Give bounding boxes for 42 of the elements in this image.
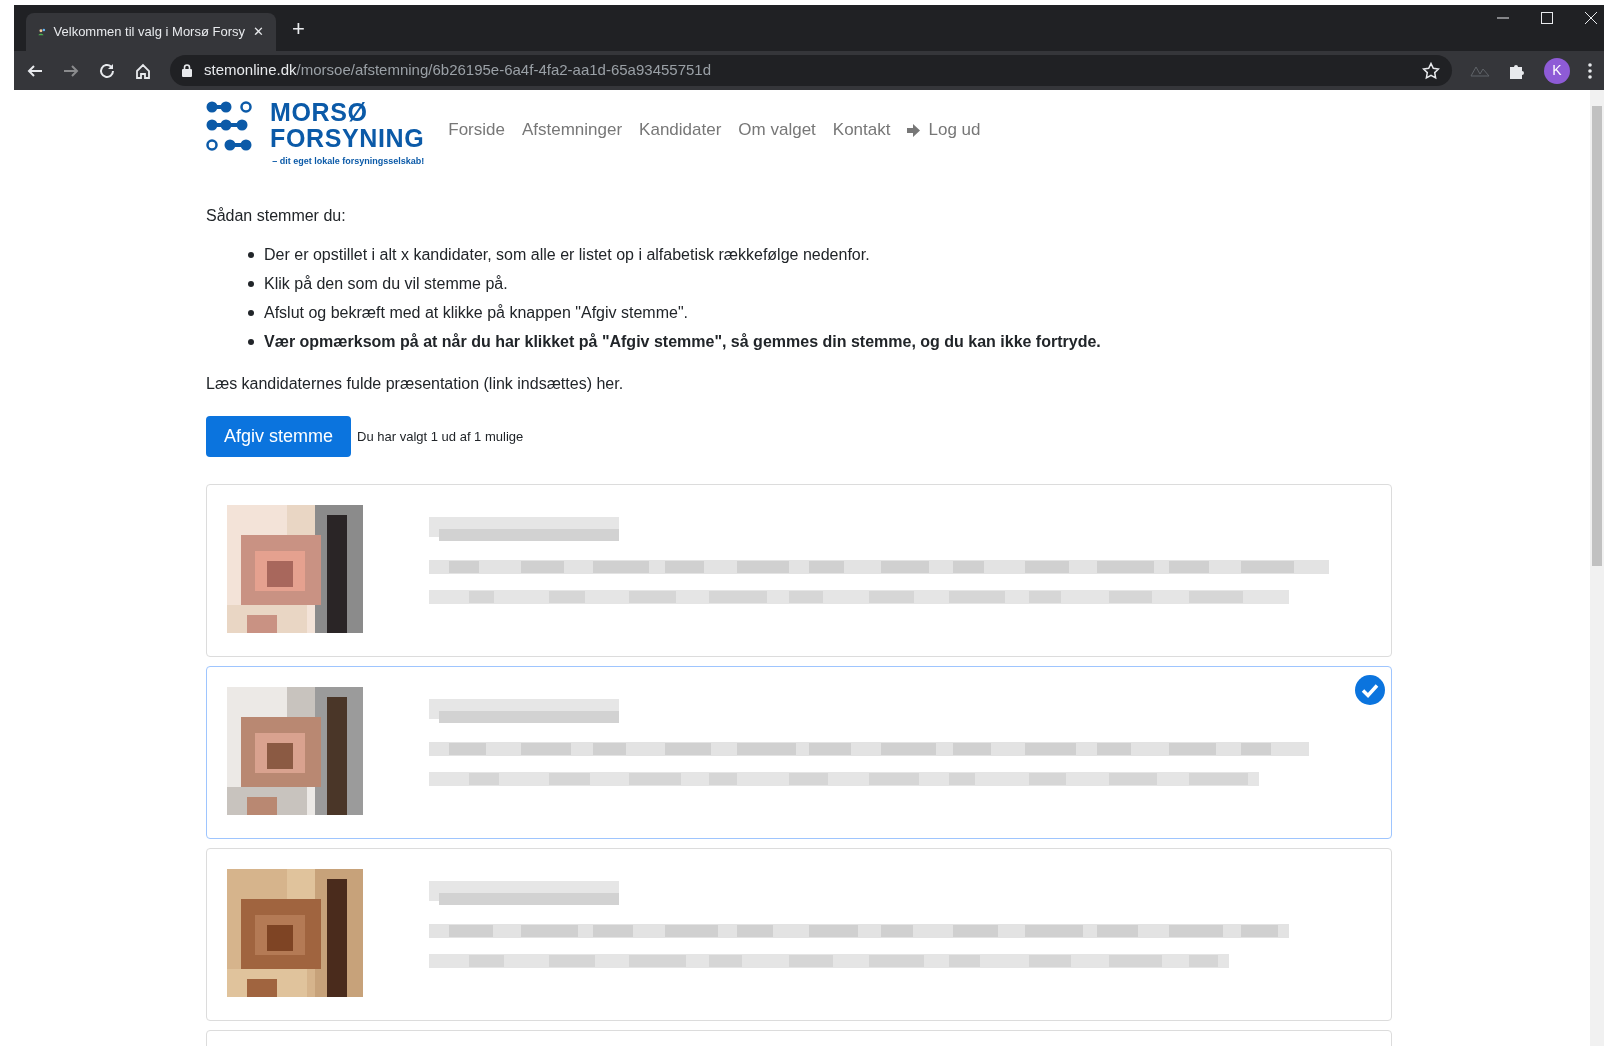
candidate-card[interactable] bbox=[206, 484, 1392, 657]
reload-icon[interactable] bbox=[98, 61, 116, 80]
nav-link[interactable]: Kontakt bbox=[832, 117, 891, 143]
new-tab-button[interactable]: + bbox=[292, 12, 305, 45]
menu-icon[interactable] bbox=[1588, 62, 1592, 79]
tab-title: Velkommen til valg i Morsø Forsy bbox=[53, 23, 245, 42]
nav-link[interactable]: Forside bbox=[448, 117, 505, 143]
nav-link[interactable]: Om valget bbox=[738, 117, 816, 143]
instruction-text: Afslut og bekræft med at klikke på knappen "Afgiv stemme". bbox=[264, 303, 688, 323]
logout-icon bbox=[907, 123, 923, 137]
star-icon[interactable] bbox=[1422, 61, 1440, 80]
close-tab-button[interactable]: ✕ bbox=[253, 22, 264, 42]
scrollbar-thumb[interactable] bbox=[1592, 106, 1602, 566]
bullet-icon bbox=[248, 252, 254, 258]
maximize-icon[interactable] bbox=[1540, 11, 1554, 25]
url-text: stemonline.dk/morsoe/afstemning/6b26195e-6a4f-4fa2-aa1d-65a93455751d bbox=[204, 60, 713, 81]
instruction-text: Vær opmærksom på at når du har klikket på "Afgiv stemme", så gemmes din stemme, og du kan ikke fortryde. bbox=[264, 332, 1101, 352]
bullet-icon bbox=[248, 310, 254, 316]
selection-status: Du har valgt 1 ud af 1 mulige bbox=[357, 427, 524, 446]
nav-link[interactable]: Afstemninger bbox=[521, 117, 623, 143]
lock-icon bbox=[182, 64, 192, 77]
vote-button[interactable]: Afgiv stemme bbox=[206, 416, 352, 457]
profile-avatar[interactable]: K bbox=[1544, 57, 1570, 84]
home-icon[interactable] bbox=[134, 61, 152, 80]
logout-link[interactable]: Log ud bbox=[907, 117, 981, 143]
logo-tagline: – dit eget lokale forsyningsselskab! bbox=[272, 157, 425, 166]
presentation-note: Læs kandidaternes fulde præsentation (link indsættes) her. bbox=[206, 374, 625, 394]
scrollbar[interactable] bbox=[1590, 90, 1604, 1046]
nav-link[interactable]: Kandidater bbox=[639, 117, 722, 143]
logo-text: MORSØ bbox=[270, 100, 369, 125]
address-bar[interactable]: stemonline.dk/morsoe/afstemning/6b26195e-6a4f-4fa2-aa1d-65a93455751d bbox=[170, 55, 1452, 86]
bullet-icon bbox=[248, 281, 254, 287]
instruction-text: Klik på den som du vil stemme på. bbox=[264, 274, 508, 294]
instruction-text: Der er opstillet i alt x kandidater, som alle er listet op i alfabetisk rækkefølge nedenfor. bbox=[264, 245, 870, 265]
check-circle-icon bbox=[1355, 675, 1385, 705]
close-icon[interactable] bbox=[1584, 11, 1598, 25]
browser-tab[interactable]: Velkommen til valg i Morsø Forsy ✕ bbox=[26, 13, 276, 51]
logo-text: FORSYNING bbox=[270, 126, 425, 151]
candidate-card[interactable] bbox=[206, 848, 1392, 1021]
intro-text: Sådan stemmer du: bbox=[206, 206, 347, 226]
bullet-icon bbox=[248, 339, 254, 345]
candidate-card[interactable] bbox=[206, 666, 1392, 839]
